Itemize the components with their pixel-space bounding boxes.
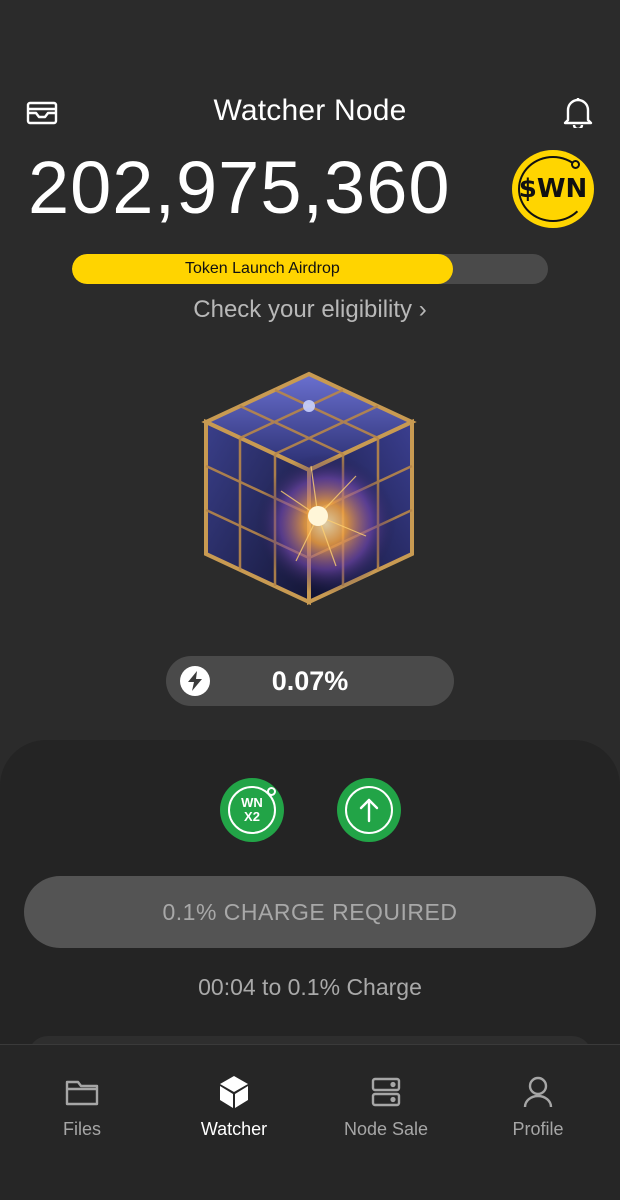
wn-x2-boost-button[interactable]: WN X2	[220, 778, 284, 842]
bottom-nav: Files Watcher Node Sale Profile	[0, 1044, 620, 1200]
airdrop-progress-fill: Token Launch Airdrop	[72, 254, 453, 284]
nav-item-watcher[interactable]: Watcher	[159, 1075, 309, 1140]
boost-label-top: WN	[241, 795, 263, 810]
airdrop-label: Token Launch Airdrop	[185, 260, 340, 277]
app-header: Watcher Node	[0, 80, 620, 144]
nav-item-node-sale[interactable]: Node Sale	[311, 1075, 461, 1140]
nav-item-profile[interactable]: Profile	[463, 1075, 613, 1140]
bell-icon[interactable]	[560, 94, 596, 130]
charge-timer: 00:04 to 0.1% Charge	[198, 974, 422, 1000]
node-cube-image[interactable]	[186, 366, 432, 612]
charge-percent-pill: 0.07%	[166, 656, 454, 706]
page-title: Watcher Node	[213, 94, 407, 127]
nav-label-profile: Profile	[512, 1119, 564, 1139]
nav-label-watcher: Watcher	[200, 1119, 268, 1139]
nav-label-files: Files	[62, 1119, 101, 1139]
folder-icon	[7, 1075, 157, 1109]
arrow-up-icon	[359, 798, 379, 823]
charge-required-button[interactable]: 0.1% CHARGE REQUIRED	[24, 876, 596, 948]
token-balance: 202,975,360	[28, 146, 451, 229]
upgrade-button[interactable]	[337, 778, 401, 842]
nav-item-files[interactable]: Files	[7, 1075, 157, 1140]
cube-icon	[159, 1075, 309, 1109]
user-icon	[463, 1075, 613, 1109]
server-icon	[311, 1075, 461, 1109]
boost-label-bottom: X2	[244, 809, 260, 824]
nav-label-node-sale: Node Sale	[343, 1119, 429, 1139]
wn-coin-icon: $WN	[512, 150, 594, 228]
check-eligibility-link[interactable]: Check your eligibility ›	[0, 296, 620, 324]
coin-label: $WN	[518, 174, 588, 204]
charge-percent-value: 0.07%	[271, 666, 349, 696]
airdrop-progress-bar[interactable]: Token Launch Airdrop	[72, 254, 548, 284]
